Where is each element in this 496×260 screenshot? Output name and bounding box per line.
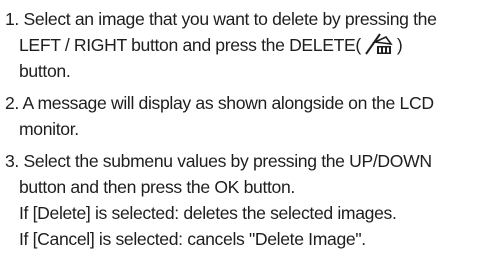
step-1: 1. Select an image that you want to dele… — [5, 6, 496, 84]
step-3-line-1: 3. Select the submenu values by pressing… — [5, 151, 432, 171]
step-2: 2. A message will display as shown along… — [5, 90, 496, 142]
step-3-cancel-note: If [Cancel] is selected: cancels "Delete… — [19, 229, 366, 249]
step-1-line-1: 1. Select an image that you want to dele… — [5, 9, 437, 29]
step-1-line-2-text: LEFT / RIGHT button and press the DELETE… — [19, 35, 361, 55]
delete-trash-icon — [364, 33, 394, 55]
step-2-line-2: monitor. — [19, 119, 79, 139]
step-3: 3. Select the submenu values by pressing… — [5, 148, 496, 252]
instruction-list: 1. Select an image that you want to dele… — [0, 0, 496, 252]
step-1-line-3: button. — [19, 61, 71, 81]
step-1-line-2-close: ) — [396, 35, 403, 55]
step-3-delete-note: If [Delete] is selected: deletes the sel… — [19, 203, 397, 223]
step-1-line-2: LEFT / RIGHT button and press the DELETE… — [5, 32, 496, 58]
step-2-line-1: 2. A message will display as shown along… — [5, 93, 434, 113]
step-3-line-2: button and then press the OK button. — [19, 177, 295, 197]
